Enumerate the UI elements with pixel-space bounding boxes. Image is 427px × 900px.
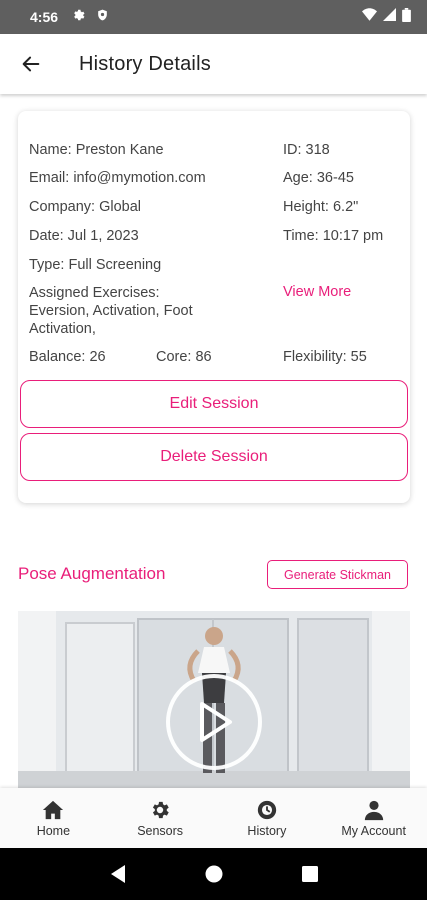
nav-home[interactable]: Home <box>0 788 107 848</box>
assigned-exercises-line: Activation, <box>29 321 96 337</box>
edit-session-button[interactable]: Edit Session <box>20 380 408 428</box>
nav-label: My Account <box>341 823 406 838</box>
delete-session-button[interactable]: Delete Session <box>20 433 408 481</box>
back-button[interactable] <box>0 34 62 94</box>
settings-status-icon <box>72 8 86 27</box>
gear-icon <box>153 801 169 818</box>
balance-score: Balance: 26 <box>29 349 106 365</box>
email-field: Email: info@mymotion.com <box>29 170 206 186</box>
company-field: Company: Global <box>29 199 142 215</box>
nav-history[interactable]: History <box>214 788 321 848</box>
arrow-back-icon <box>22 56 40 72</box>
core-score: Core: 86 <box>156 349 212 365</box>
assigned-exercises-label: Assigned Exercises: <box>29 285 160 301</box>
app-bar: History Details <box>0 34 427 94</box>
nav-label: History <box>247 823 287 838</box>
battery-icon <box>402 7 411 27</box>
status-bar: 4:56 <box>0 0 427 34</box>
generate-stickman-button[interactable]: Generate Stickman <box>267 560 408 589</box>
signal-icon <box>383 8 396 26</box>
status-time: 4:56 <box>30 9 59 25</box>
back-triangle-icon[interactable] <box>109 864 127 884</box>
shield-status-icon <box>96 8 109 27</box>
height-field: Height: 6.2" <box>283 199 359 215</box>
pose-augmentation-title: Pose Augmentation <box>18 564 166 583</box>
assigned-exercises-line: Eversion, Activation, Foot <box>29 303 193 319</box>
home-icon <box>43 800 64 819</box>
type-field: Type: Full Screening <box>29 257 162 273</box>
nav-my-account[interactable]: My Account <box>320 788 427 848</box>
page-title: History Details <box>79 52 211 75</box>
history-icon <box>257 800 277 819</box>
wifi-icon <box>362 8 377 26</box>
account-icon <box>364 800 383 820</box>
age-field: Age: 36-45 <box>283 170 354 186</box>
time-field: Time: 10:17 pm <box>283 228 384 244</box>
bottom-nav: Home Sensors History My Account <box>0 788 427 848</box>
play-icon <box>200 702 232 742</box>
nav-label: Home <box>36 823 71 838</box>
view-more-link[interactable]: View More <box>283 284 351 300</box>
name-field: Name: Preston Kane <box>29 142 164 158</box>
session-details-card: Name: Preston Kane ID: 318 Email: info@m… <box>18 111 410 503</box>
system-nav-bar <box>0 848 427 900</box>
play-button[interactable] <box>166 674 262 770</box>
date-field: Date: Jul 1, 2023 <box>29 228 139 244</box>
flexibility-score: Flexibility: 55 <box>283 349 367 365</box>
nav-sensors[interactable]: Sensors <box>107 788 214 848</box>
home-circle-icon[interactable] <box>204 864 224 884</box>
recents-square-icon[interactable] <box>301 865 319 883</box>
session-video[interactable] <box>18 611 410 788</box>
id-field: ID: 318 <box>283 142 330 158</box>
nav-label: Sensors <box>137 823 184 838</box>
